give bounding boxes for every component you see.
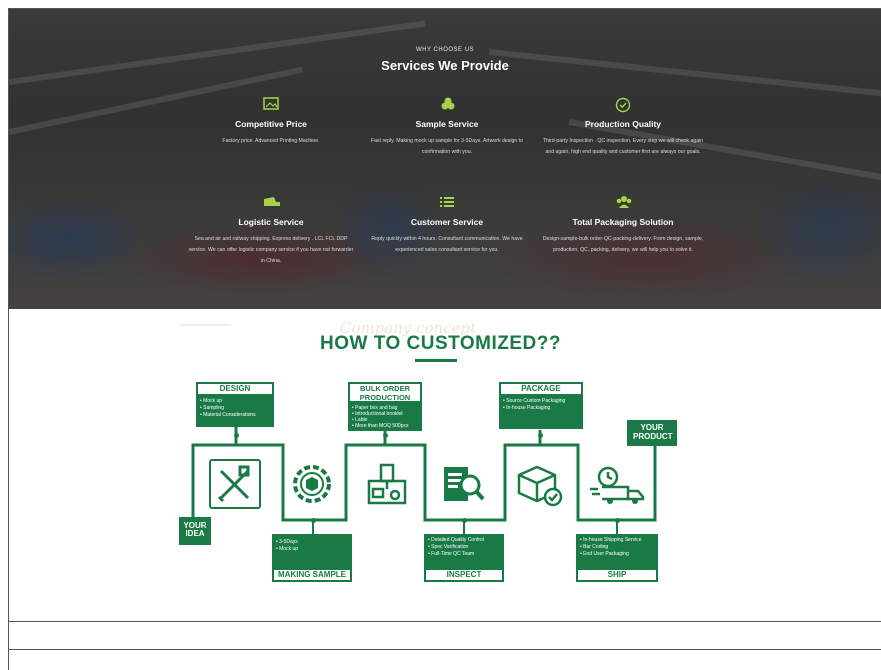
step-ship-panel: In-house Shipping Service Bar Coding End… bbox=[576, 534, 658, 568]
list-item: Material Considerations bbox=[200, 412, 274, 419]
step-making-sample-header: MAKING SAMPLE bbox=[272, 568, 352, 582]
step-inspect-panel: Detailed Quality Control Spec Varificati… bbox=[424, 534, 504, 568]
connector-dot bbox=[233, 433, 239, 438]
list-item: Full-Time QC Team bbox=[428, 551, 504, 558]
connector-dot bbox=[461, 517, 467, 523]
list-item: End User Packaging bbox=[580, 551, 658, 558]
list-item: More than MOQ 500pcs bbox=[352, 423, 422, 429]
step-bulk-order-header: BULK ORDER PRODUCTION bbox=[348, 382, 422, 403]
your-product-badge: YOUR PRODUCT bbox=[627, 420, 677, 446]
step-package-panel: Source Custom Packaging In-house Packagi… bbox=[499, 396, 583, 429]
step-making-sample-panel: 3-5Days Mock up bbox=[272, 534, 352, 568]
step-package-header: PACKAGE bbox=[499, 382, 583, 396]
printing-machine-icon bbox=[361, 459, 413, 509]
list-item: In-house Packaging bbox=[503, 405, 583, 412]
connector-dot bbox=[310, 517, 316, 523]
list-item: 3-5Days bbox=[276, 539, 352, 546]
list-item: Bar Coding bbox=[580, 544, 658, 551]
list-item: Spec Varification bbox=[428, 544, 504, 551]
pencil-ruler-icon bbox=[209, 459, 261, 509]
your-idea-badge: YOUR IDEA bbox=[179, 517, 211, 545]
step-inspect-header: INSPECT bbox=[424, 568, 504, 582]
connector-dot bbox=[537, 433, 543, 438]
step-design-header: DESIGN bbox=[196, 382, 274, 396]
list-item: Mock up bbox=[200, 398, 274, 405]
gear-box-icon bbox=[286, 459, 338, 509]
list-item: Detailed Quality Control bbox=[428, 537, 504, 544]
list-item: Source Custom Packaging bbox=[503, 398, 583, 405]
package-check-icon bbox=[513, 459, 565, 509]
delivery-truck-icon bbox=[588, 459, 648, 509]
list-item: In-house Shipping Service bbox=[580, 537, 658, 544]
list-item: Sampling bbox=[200, 405, 274, 412]
list-item: Mock up bbox=[276, 546, 352, 553]
step-design-panel: Mock up Sampling Material Considerations bbox=[196, 396, 274, 427]
row-divider bbox=[9, 621, 881, 622]
step-ship-header: SHIP bbox=[576, 568, 658, 582]
step-bulk-order-panel: Paper box and bag Introductional booklet… bbox=[348, 403, 422, 431]
row-divider bbox=[9, 649, 881, 650]
connector-dot bbox=[382, 433, 388, 438]
connector-dot bbox=[614, 517, 620, 523]
inspect-search-icon bbox=[438, 459, 490, 509]
